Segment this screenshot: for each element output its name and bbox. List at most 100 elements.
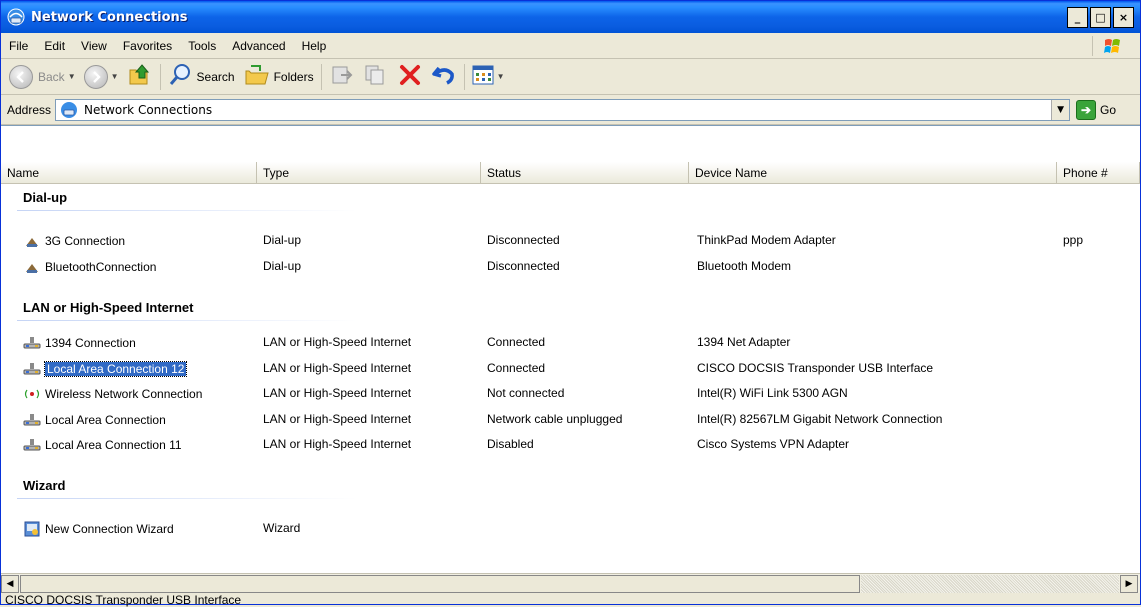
connection-status: Disconnected: [487, 233, 560, 247]
connection-type: LAN or High-Speed Internet: [263, 361, 412, 375]
undo-button[interactable]: [427, 62, 461, 92]
up-folder-button[interactable]: [123, 62, 157, 92]
group-divider: [17, 498, 357, 499]
group-divider: [17, 210, 357, 211]
device-name: CISCO DOCSIS Transponder USB Interface: [697, 361, 934, 375]
scroll-right-button[interactable]: ▶: [1120, 575, 1138, 593]
menu-view[interactable]: View: [73, 39, 115, 53]
connection-name: Local Area Connection 12: [43, 361, 188, 377]
lan-icon: [23, 361, 41, 377]
connection-name: 3G Connection: [45, 234, 126, 248]
phone-number: ppp: [1063, 233, 1084, 247]
search-icon: [168, 62, 194, 91]
window-title: Network Connections: [31, 9, 188, 25]
column-header-device-name[interactable]: Device Name: [689, 162, 1057, 184]
back-label: Back: [38, 69, 65, 84]
scrollbar-track[interactable]: [861, 575, 1119, 593]
connection-row[interactable]: Local Area Connection 12 LAN or High-Spee…: [1, 358, 1140, 380]
minimize-button[interactable]: _: [1067, 7, 1088, 28]
connection-name: New Connection Wizard: [45, 522, 174, 536]
connection-name: Local Area Connection 11: [45, 438, 182, 452]
folders-button[interactable]: Folders: [239, 62, 318, 92]
connection-name-cell[interactable]: Local Area Connection 12: [23, 361, 188, 377]
copy-to-icon: [363, 62, 389, 91]
connection-name-cell[interactable]: 1394 Connection: [23, 335, 136, 351]
dialup-icon: [23, 259, 41, 275]
connection-type: LAN or High-Speed Internet: [263, 412, 412, 426]
menu-tools[interactable]: Tools: [180, 39, 224, 53]
connection-row[interactable]: 3G Connection Dial-up Disconnected ThinkPad…: [1, 230, 1140, 252]
scrollbar-thumb[interactable]: [20, 575, 860, 593]
chevron-down-icon: ▼: [110, 72, 119, 81]
title-bar[interactable]: Network Connections _ □ ×: [1, 1, 1140, 33]
column-header-name[interactable]: Name: [1, 162, 257, 184]
connection-row[interactable]: Local Area Connection 11 LAN or High-Spee…: [1, 434, 1140, 456]
connection-type: Dial-up: [263, 259, 302, 273]
connection-type: Dial-up: [263, 233, 302, 247]
connection-name-cell[interactable]: BluetoothConnection: [23, 259, 156, 275]
copy-to-button[interactable]: [359, 62, 393, 92]
connection-type: LAN or High-Speed Internet: [263, 335, 412, 349]
network-connections-icon: [60, 101, 78, 119]
toolbar: Back ▼ ▼ Search Folders ▼: [1, 59, 1140, 95]
connection-name-cell[interactable]: New Connection Wizard: [23, 521, 174, 537]
connection-name-cell[interactable]: Wireless Network Connection: [23, 386, 202, 402]
menu-edit[interactable]: Edit: [36, 39, 73, 53]
connection-row[interactable]: Local Area Connection LAN or High-Speed I…: [1, 409, 1140, 431]
forward-button[interactable]: ▼: [80, 62, 123, 92]
delete-x-icon: [397, 62, 423, 91]
address-input[interactable]: Network Connections ▼: [55, 98, 1071, 121]
group-divider: [17, 320, 357, 321]
device-name: Intel(R) WiFi Link 5300 AGN: [697, 386, 848, 400]
connection-row[interactable]: 1394 Connection LAN or High-Speed Interne…: [1, 332, 1140, 354]
go-button[interactable]: ➔ Go: [1076, 99, 1116, 120]
device-name: 1394 Net Adapter: [697, 335, 791, 349]
menu-help[interactable]: Help: [294, 39, 335, 53]
connection-status: Disconnected: [487, 259, 560, 273]
column-header-type[interactable]: Type: [257, 162, 481, 184]
back-arrow-icon: [9, 64, 33, 89]
address-dropdown-button[interactable]: ▼: [1051, 99, 1070, 120]
status-text: CISCO DOCSIS Transponder USB Interface: [5, 593, 242, 607]
network-connections-icon: [7, 8, 25, 26]
maximize-button[interactable]: □: [1090, 7, 1111, 28]
toolbar-separator: [159, 63, 161, 90]
connection-name-cell[interactable]: Local Area Connection: [23, 412, 166, 428]
address-value: Network Connections: [84, 102, 213, 117]
connection-type: LAN or High-Speed Internet: [263, 437, 412, 451]
menu-file[interactable]: File: [1, 39, 36, 53]
column-header-status[interactable]: Status: [481, 162, 689, 184]
device-name: Intel(R) 82567LM Gigabit Network Connect…: [697, 412, 943, 426]
connection-row[interactable]: Wireless Network Connection LAN or High-S…: [1, 383, 1140, 405]
group-header: LAN or High-Speed Internet: [23, 300, 194, 315]
views-grid-icon: [472, 65, 494, 88]
close-button[interactable]: ×: [1113, 7, 1134, 28]
connection-status: Disabled: [487, 437, 534, 451]
menu-favorites[interactable]: Favorites: [115, 39, 180, 53]
scroll-left-button[interactable]: ◀: [1, 575, 19, 593]
device-name: Cisco Systems VPN Adapter: [697, 437, 850, 451]
views-button[interactable]: ▼: [468, 62, 509, 92]
group-header: Wizard: [23, 478, 66, 493]
up-folder-icon: [127, 62, 153, 91]
windows-logo-icon: [1092, 36, 1132, 56]
address-bar: Address Network Connections ▼ ➔ Go: [1, 95, 1140, 125]
delete-button[interactable]: [393, 62, 427, 92]
move-to-button[interactable]: [325, 62, 359, 92]
column-header-phone[interactable]: Phone #: [1057, 162, 1140, 184]
connection-row[interactable]: New Connection Wizard Wizard: [1, 518, 1140, 540]
connection-type: LAN or High-Speed Internet: [263, 386, 412, 400]
back-button[interactable]: Back ▼: [5, 62, 80, 92]
network-connections-window: Network Connections _ □ × File Edit View…: [0, 0, 1141, 607]
horizontal-scrollbar[interactable]: ◀ ▶: [1, 573, 1140, 593]
connection-status: Connected: [487, 335, 546, 349]
connection-status: Network cable unplugged: [487, 412, 623, 426]
connection-status: Not connected: [487, 386, 565, 400]
connection-name-cell[interactable]: Local Area Connection 11: [23, 437, 182, 453]
menu-advanced[interactable]: Advanced: [224, 39, 293, 53]
connections-list-view[interactable]: Name Type Status Device Name Phone # Dia…: [1, 125, 1140, 574]
search-button[interactable]: Search: [164, 62, 239, 92]
connection-row[interactable]: BluetoothConnection Dial-up Disconnected Bl…: [1, 256, 1140, 278]
connection-name-cell[interactable]: 3G Connection: [23, 233, 125, 249]
lan-icon: [23, 335, 41, 351]
